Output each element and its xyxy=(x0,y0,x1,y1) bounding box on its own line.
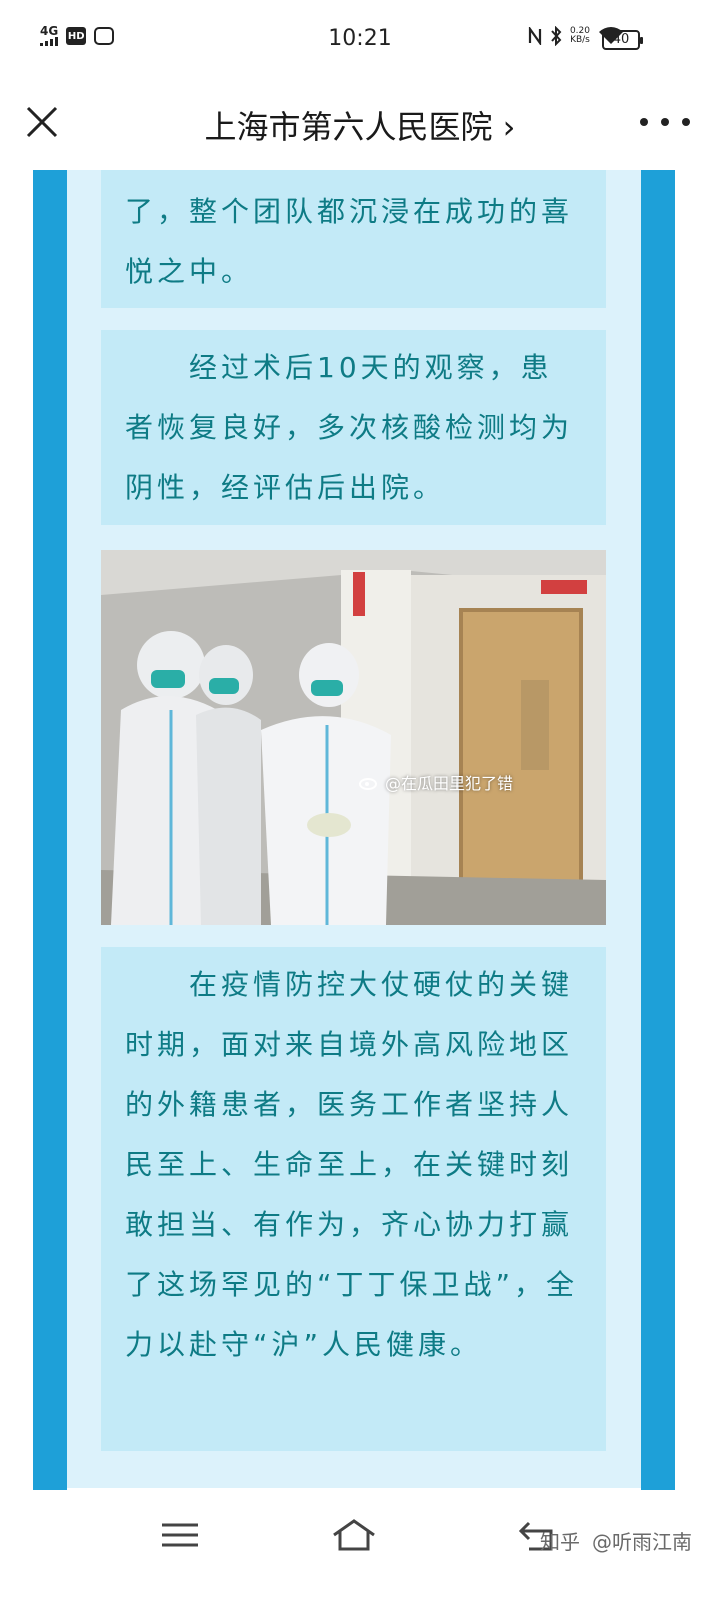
text-panel-1: 了，整个团队都沉浸在成功的喜悦之中。 xyxy=(101,170,606,308)
title-bar: 上海市第六人民医院 › xyxy=(0,80,720,170)
status-bar: 4G HD 10:21 0.20 KB/s 40 xyxy=(0,0,720,80)
weibo-watermark: @在瓜田里犯了错 xyxy=(359,770,513,794)
text-panel-3: 在疫情防控大仗硬仗的关键时期，面对来自境外高风险地区的外籍患者，医务工作者坚持人… xyxy=(101,947,606,1451)
zhihu-watermark: 知乎 @听雨江南 xyxy=(540,1530,692,1554)
bottom-nav: 知乎 @听雨江南 xyxy=(0,1490,720,1600)
paragraph-1: 了，整个团队都沉浸在成功的喜悦之中。 xyxy=(125,195,574,288)
frame-left-border xyxy=(33,170,67,1490)
home-icon[interactable] xyxy=(330,1515,378,1555)
network-speed: 0.20 KB/s xyxy=(569,26,590,45)
frame-right-border xyxy=(641,170,675,1490)
bluetooth-icon xyxy=(551,26,562,46)
nfc-icon xyxy=(528,27,542,45)
article-content[interactable]: 了，整个团队都沉浸在成功的喜悦之中。 经过术后10天的观察，患者恢复良好，多次核… xyxy=(0,170,720,1490)
paragraph-3: 在疫情防控大仗硬仗的关键时期，面对来自境外高风险地区的外籍患者，医务工作者坚持人… xyxy=(125,968,579,1361)
weibo-icon xyxy=(359,778,377,790)
battery-icon: 40 xyxy=(602,30,643,50)
page-title[interactable]: 上海市第六人民医院 › xyxy=(0,102,720,148)
text-panel-2: 经过术后10天的观察，患者恢复良好，多次核酸检测均为阴性，经评估后出院。 xyxy=(101,330,606,525)
menu-icon[interactable] xyxy=(156,1515,204,1555)
paragraph-2: 经过术后10天的观察，患者恢复良好，多次核酸检测均为阴性，经评估后出院。 xyxy=(125,351,574,504)
photo-illustration xyxy=(101,550,606,925)
medical-staff-photo: @在瓜田里犯了错 xyxy=(101,550,606,925)
more-options-icon[interactable] xyxy=(640,102,690,142)
